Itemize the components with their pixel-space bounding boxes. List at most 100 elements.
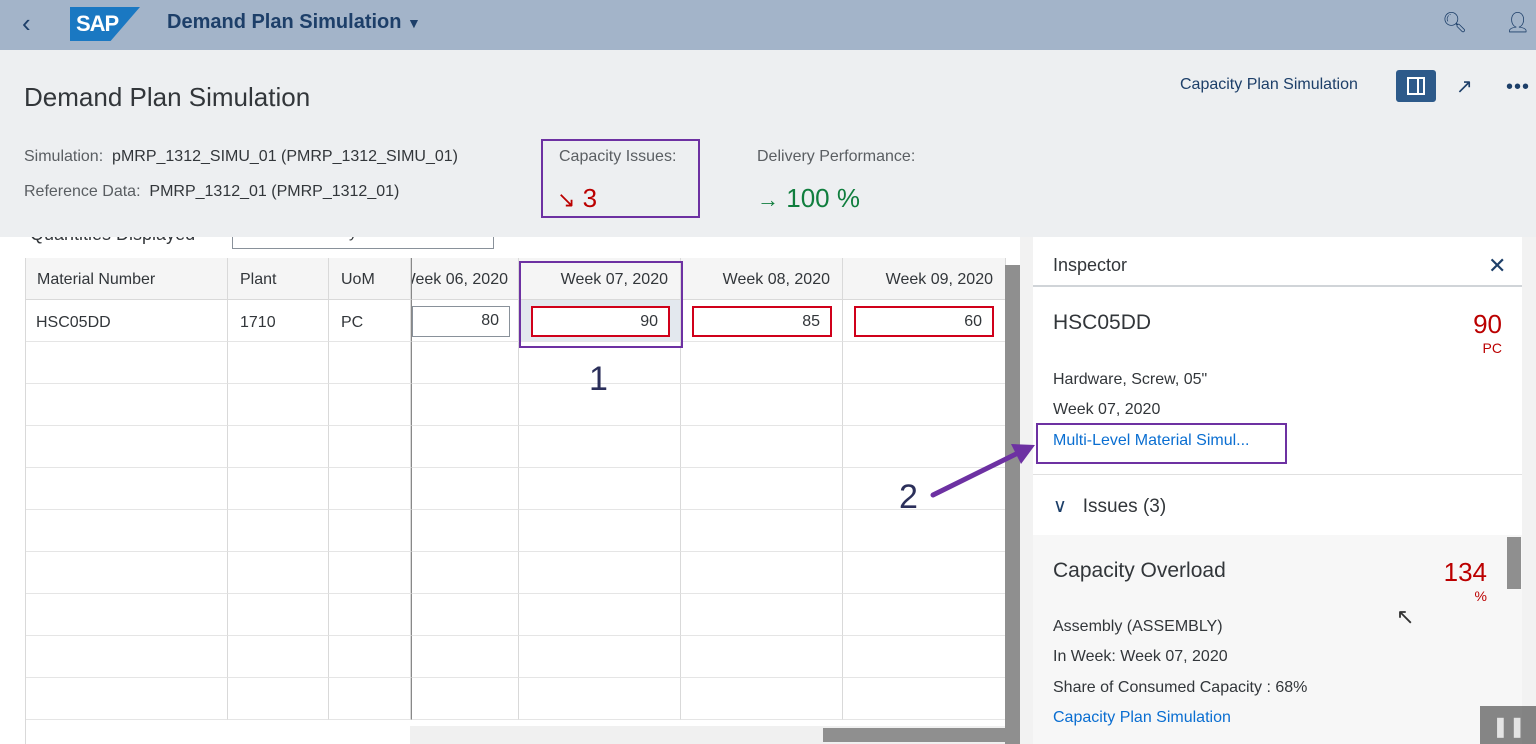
empty-cell — [26, 552, 228, 594]
empty-cell — [519, 594, 681, 636]
empty-cell — [843, 678, 1006, 720]
empty-cell — [329, 636, 411, 678]
empty-cell — [843, 510, 1006, 552]
empty-cell — [843, 594, 1006, 636]
empty-cell — [329, 384, 411, 426]
column-header-plant[interactable]: Plant — [228, 258, 329, 300]
empty-cell — [228, 510, 329, 552]
issue-share: Share of Consumed Capacity : 68% — [1053, 679, 1308, 696]
pause-icon[interactable]: ❚❚ — [1480, 706, 1536, 744]
empty-cell — [681, 426, 843, 468]
empty-cell — [411, 426, 519, 468]
inspector-panel: Inspector ✕ HSC05DD 90 PC Hardware, Scre… — [1033, 237, 1522, 744]
empty-cell — [843, 384, 1006, 426]
trend-down-icon: ↘ — [557, 187, 576, 212]
more-icon[interactable]: ••• — [1506, 76, 1530, 99]
empty-cell — [411, 510, 519, 552]
empty-cell — [329, 552, 411, 594]
cell-uom: PC — [329, 300, 411, 342]
back-button[interactable]: ‹ — [22, 8, 31, 39]
page-title: Demand Plan Simulation — [24, 82, 311, 112]
empty-cell — [26, 426, 228, 468]
issue-value: 134 — [1443, 557, 1487, 587]
app-title-menu[interactable]: Demand Plan Simulation ▼ — [167, 11, 421, 34]
empty-cell — [26, 636, 228, 678]
column-header-week09[interactable]: Week 09, 2020 — [843, 258, 1006, 300]
week09-input[interactable]: 60 — [854, 306, 994, 337]
empty-cell — [411, 594, 519, 636]
empty-cell — [26, 678, 228, 720]
empty-cell — [411, 552, 519, 594]
capacity-plan-simulation-link[interactable]: Capacity Plan Simulation — [1053, 709, 1231, 727]
empty-cell — [329, 510, 411, 552]
share-icon[interactable]: ↗ — [1456, 74, 1473, 99]
vertical-scrollbar[interactable] — [1005, 265, 1020, 744]
empty-cell — [228, 426, 329, 468]
divider — [1033, 285, 1522, 287]
column-header-week06[interactable]: Week 06, 2020 — [411, 258, 519, 300]
arrow-right-icon: → — [757, 187, 779, 212]
capacity-plan-simulation-button[interactable]: Capacity Plan Simulation — [1180, 76, 1358, 94]
empty-cell — [843, 342, 1006, 384]
empty-cell — [681, 468, 843, 510]
column-header-uom[interactable]: UoM — [329, 258, 411, 300]
empty-cell — [411, 342, 519, 384]
week06-input[interactable]: 80 — [412, 306, 510, 337]
empty-cell — [681, 594, 843, 636]
capacity-issues-label: Capacity Issues: — [559, 148, 677, 165]
column-header-week08[interactable]: Week 08, 2020 — [681, 258, 843, 300]
inspector-unit: PC — [1482, 340, 1502, 356]
empty-cell — [26, 384, 228, 426]
column-header-material[interactable]: Material Number — [26, 258, 228, 300]
empty-cell — [228, 552, 329, 594]
issue-title: Capacity Overload — [1053, 559, 1226, 582]
side-panel-toggle-button[interactable] — [1396, 70, 1436, 102]
horizontal-scrollbar[interactable] — [823, 728, 1005, 742]
simulation-info: Simulation: pMRP_1312_SIMU_01 (PMRP_1312… — [24, 148, 458, 165]
empty-cell — [843, 636, 1006, 678]
empty-cell — [519, 678, 681, 720]
search-icon[interactable]: 🔍︎ — [1442, 10, 1467, 35]
issue-resource: Assembly (ASSEMBLY) — [1053, 618, 1223, 635]
mouse-cursor-icon: ↖︎ — [1396, 604, 1415, 629]
annotation-step-2: 2 — [899, 478, 918, 516]
empty-cell — [519, 510, 681, 552]
empty-cell — [411, 384, 519, 426]
delivery-performance-label: Delivery Performance: — [757, 148, 916, 165]
cell-week09: 60 — [843, 300, 1006, 342]
simulation-table: Material Number Plant UoM Week 06, 2020 … — [25, 258, 1006, 744]
inspector-scrollbar[interactable] — [1507, 537, 1521, 589]
inspector-material: HSC05DD — [1053, 311, 1152, 334]
inspector-description: Hardware, Screw, 05" — [1053, 371, 1208, 388]
empty-cell — [519, 426, 681, 468]
empty-cell — [411, 468, 519, 510]
empty-cell — [681, 342, 843, 384]
inspector-week: Week 07, 2020 — [1053, 401, 1161, 418]
caret-down-icon: ▼ — [407, 15, 421, 31]
delivery-performance-kpi[interactable]: → 100 % — [757, 183, 860, 214]
empty-cell — [519, 468, 681, 510]
empty-cell — [26, 510, 228, 552]
empty-cell — [228, 468, 329, 510]
close-icon[interactable]: ✕ — [1488, 253, 1506, 279]
reference-info: Reference Data: PMRP_1312_01 (PMRP_1312_… — [24, 183, 400, 200]
empty-cell — [228, 342, 329, 384]
empty-cell — [519, 636, 681, 678]
empty-cell — [843, 552, 1006, 594]
annotation-box-link — [1036, 423, 1287, 464]
inspector-quantity: 90 — [1473, 309, 1502, 339]
divider — [1033, 474, 1522, 475]
user-icon[interactable]: 👤︎ — [1505, 10, 1530, 35]
capacity-issues-kpi[interactable]: ↘ 3 — [557, 183, 597, 214]
annotation-arrow — [930, 444, 1035, 498]
annotation-step-1: 1 — [589, 360, 608, 398]
issues-toggle[interactable]: ∨ Issues (3) — [1053, 495, 1166, 518]
empty-cell — [519, 552, 681, 594]
cell-week06: 80 — [411, 300, 519, 342]
empty-cell — [329, 426, 411, 468]
week08-input[interactable]: 85 — [692, 306, 832, 337]
issue-week: In Week: Week 07, 2020 — [1053, 648, 1228, 665]
cell-material: HSC05DD — [26, 300, 228, 342]
side-panel-icon — [1407, 77, 1425, 95]
empty-cell — [681, 384, 843, 426]
